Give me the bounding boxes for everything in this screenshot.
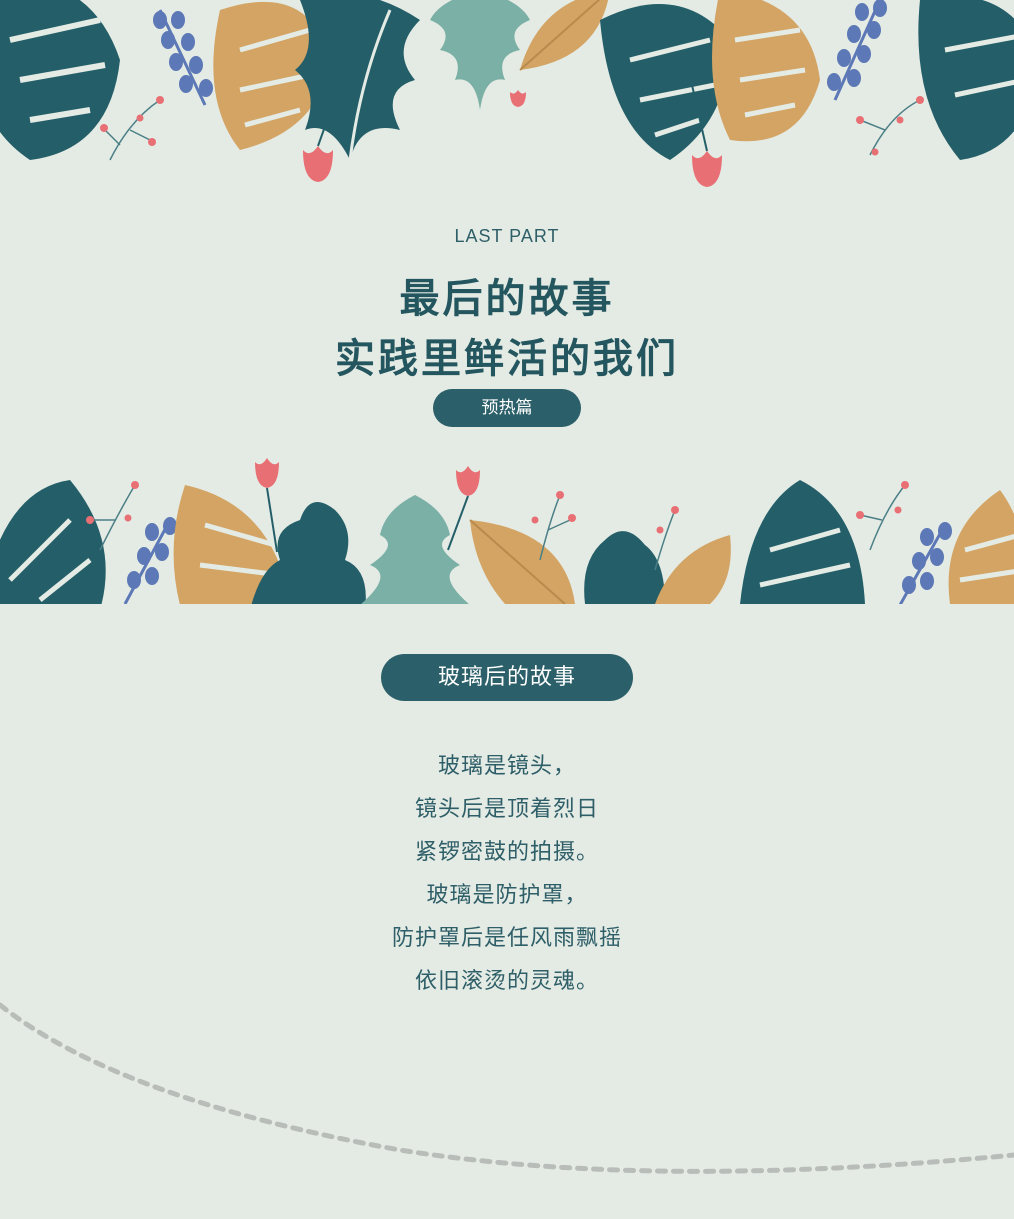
oak-leaf-icon (655, 535, 731, 604)
eyebrow-label: LAST PART (454, 226, 560, 246)
fern-leaf-icon (361, 495, 469, 604)
flower-sprig-icon (654, 506, 679, 571)
poem-line: 玻璃是镜头， (437, 754, 576, 779)
monstera-leaf-icon (600, 4, 730, 160)
section-heading: 玻璃后的故事 (381, 654, 633, 701)
berry-sprig-icon (123, 517, 177, 604)
poem-block: 玻璃是镜头， 镜头后是顶着烈日 紧锣密鼓的拍摄。 玻璃是防护罩， 防护罩后是任风… (0, 747, 1014, 1005)
page-title-line-2: 实践里鲜活的我们 (335, 336, 679, 382)
poem-line: 玻璃是防护罩， (426, 883, 588, 908)
flower-sprig-icon (856, 481, 909, 551)
top-foliage-banner (0, 0, 1014, 187)
article-page: LAST PART 最后的故事 实践里鲜活的我们 预热篇 玻璃后的故事 玻璃是镜… (0, 0, 1014, 1219)
oak-leaf-icon (295, 0, 420, 161)
flower-sprig-icon (856, 96, 924, 156)
poem-line: 紧锣密鼓的拍摄。 (414, 840, 599, 865)
poem-line: 防护罩后是任风雨飘摇 (391, 926, 622, 951)
oak-leaf-icon (469, 519, 575, 604)
berry-sprig-icon (153, 9, 213, 106)
poem-line: 镜头后是顶着烈日 (414, 797, 599, 822)
middle-foliage-banner (0, 458, 1014, 604)
monstera-leaf-icon (918, 0, 1014, 160)
tulip-bud-icon (510, 90, 526, 107)
dashed-curve-divider (0, 1002, 1014, 1174)
berry-sprig-icon (898, 522, 952, 604)
berry-sprig-icon (827, 0, 887, 101)
oak-leaf-icon (519, 0, 609, 71)
monstera-leaf-icon (740, 480, 865, 604)
monstera-leaf-icon (712, 0, 820, 142)
flower-sprig-icon (100, 96, 164, 161)
monstera-leaf-icon (0, 480, 106, 604)
monstera-leaf-icon (948, 490, 1014, 604)
monstera-leaf-icon (0, 0, 120, 160)
page-title-line-1: 最后的故事 (399, 276, 615, 322)
preheat-tag: 预热篇 (433, 389, 581, 427)
oak-leaf-icon (584, 531, 665, 604)
